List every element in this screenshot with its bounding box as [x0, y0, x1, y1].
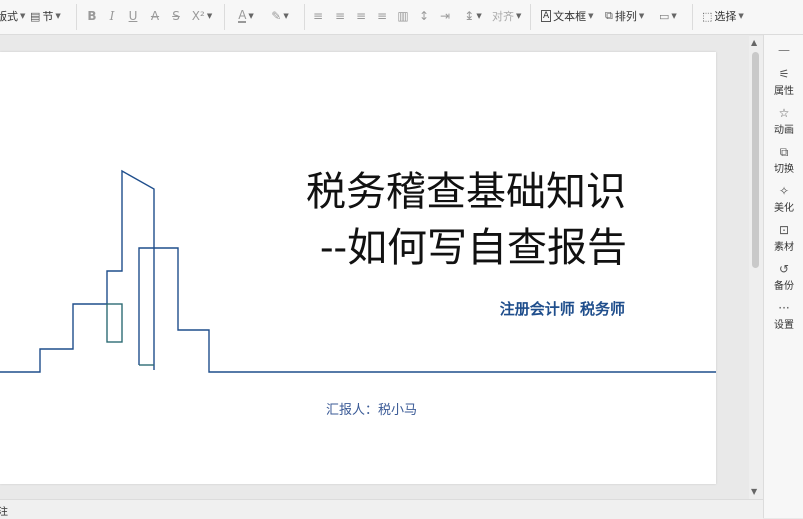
textbox-icon: A	[541, 10, 552, 22]
arrange-dropdown[interactable]: ⧉ 排列 ▼	[605, 6, 644, 26]
shadow-button[interactable]: S	[170, 7, 182, 25]
chevron-down-icon: ▼	[476, 12, 482, 20]
scrollbar-thumb[interactable]	[752, 52, 759, 268]
slide[interactable]: 税务稽查基础知识 --如何写自查报告 注册会计师 税务师 汇报人：税小马	[0, 52, 716, 484]
chevron-down-icon: ▼	[206, 12, 213, 20]
arrange-label: 排列	[614, 10, 637, 23]
justify-icon[interactable]: ≡	[376, 7, 388, 25]
highlighter-icon: ✎	[271, 9, 282, 23]
paragraph-spacing-icon: ↨	[464, 9, 475, 23]
slide-title-line1[interactable]: 税务稽查基础知识	[306, 168, 626, 216]
textbox-dropdown[interactable]: A 文本框 ▼	[541, 6, 594, 26]
superscript-label: X²	[191, 9, 205, 23]
arrange-icon: ⧉	[605, 9, 613, 22]
skyline-inner-building	[106, 303, 123, 343]
indent-icon[interactable]: ⇥	[439, 7, 451, 25]
chevron-down-icon: ▼	[738, 12, 744, 20]
history-icon: ↺	[778, 262, 790, 276]
more-icon: ···	[778, 301, 790, 315]
slide-subtitle[interactable]: 注册会计师 税务师	[500, 298, 625, 319]
collapse-icon[interactable]: —	[764, 43, 803, 57]
outline-icon: ▭	[659, 9, 670, 23]
underline-button[interactable]: U	[127, 7, 139, 25]
side-item-label: 切换	[774, 164, 794, 175]
slide-title-line2[interactable]: --如何写自查报告	[320, 224, 627, 272]
side-item-backup[interactable]: ↺ 备份	[764, 262, 803, 292]
material-icon: ⊡	[778, 223, 790, 237]
select-icon: ⬚	[702, 9, 713, 23]
paragraph-spacing-button[interactable]: ↨ ▼	[462, 7, 484, 25]
font-color-button[interactable]: A ▼	[234, 7, 258, 25]
scroll-down-icon[interactable]: ▼	[751, 487, 757, 496]
side-item-beautify[interactable]: ✧ 美化	[764, 184, 803, 214]
chevron-down-icon: ▼	[588, 12, 594, 20]
bold-button[interactable]: B	[86, 7, 98, 25]
skyline-outline	[0, 169, 155, 373]
superscript-button[interactable]: X² ▼	[191, 7, 213, 25]
side-item-animation[interactable]: ☆ 动画	[764, 106, 803, 136]
chevron-down-icon: ▼	[248, 12, 254, 20]
chevron-down-icon: ▼	[20, 12, 26, 20]
align-right-icon[interactable]: ≡	[355, 7, 367, 25]
section-icon: ▤	[30, 9, 41, 23]
side-item-label: 素材	[774, 242, 794, 253]
side-item-settings[interactable]: ··· 设置	[764, 301, 803, 331]
strikethrough-button[interactable]: A	[149, 7, 161, 25]
align-label: 对齐	[492, 10, 514, 23]
align-left-icon[interactable]: ≡	[312, 7, 324, 25]
side-item-label: 美化	[774, 203, 794, 214]
chevron-down-icon: ▼	[516, 12, 522, 20]
transition-icon: ⧉	[779, 145, 789, 159]
select-dropdown[interactable]: ⬚ 选择 ▼	[702, 6, 744, 26]
highlight-button[interactable]: ✎ ▼	[268, 7, 292, 25]
side-item-transition[interactable]: ⧉ 切换	[764, 145, 803, 175]
side-panel: — ⚟ 属性 ☆ 动画 ⧉ 切换 ✧ 美化 ⊡ 素材 ↺ 备份 ··· 设置	[763, 35, 803, 518]
chevron-down-icon: ▼	[283, 12, 289, 20]
side-item-label: 设置	[774, 320, 794, 331]
chevron-down-icon: ▼	[638, 12, 645, 20]
align-dropdown[interactable]: 对齐 ▼	[492, 6, 521, 26]
ribbon-toolbar: 版式 ▼ ▤ 节 ▼ B I U A S X² ▼ A ▼ ✎ ▼ ≡ ≡ ≡ ≡ ▥ ↕…	[0, 0, 803, 35]
distribute-icon[interactable]: ▥	[397, 7, 409, 25]
select-label: 选择	[714, 10, 737, 23]
side-item-material[interactable]: ⊡ 素材	[764, 223, 803, 253]
align-center-icon[interactable]: ≡	[334, 7, 346, 25]
magic-wand-icon: ✧	[778, 184, 790, 198]
divider	[304, 4, 305, 30]
sliders-icon: ⚟	[778, 67, 790, 81]
star-icon: ☆	[778, 106, 790, 120]
section-label: 节	[42, 10, 54, 23]
scroll-up-icon[interactable]: ▲	[751, 38, 757, 47]
slide-reporter[interactable]: 汇报人：税小马	[326, 399, 417, 418]
textbox-label: 文本框	[553, 10, 587, 23]
notes-bar[interactable]: 注	[0, 499, 763, 519]
divider	[76, 4, 77, 30]
side-item-label: 属性	[774, 86, 794, 97]
notes-label: 注	[0, 507, 8, 518]
format-label: 版式	[0, 10, 18, 23]
side-item-label: 备份	[774, 281, 794, 292]
vertical-scrollbar[interactable]: ▲ ▼	[749, 36, 763, 499]
font-color-icon: A	[238, 8, 247, 23]
outline-dropdown[interactable]: ▭ ▼	[659, 6, 677, 26]
side-item-properties[interactable]: ⚟ 属性	[764, 67, 803, 97]
divider	[224, 4, 225, 30]
side-item-label: 动画	[774, 125, 794, 136]
chevron-down-icon: ▼	[55, 12, 61, 20]
italic-button[interactable]: I	[106, 7, 118, 25]
section-dropdown[interactable]: ▤ 节 ▼	[30, 6, 61, 26]
divider	[530, 4, 531, 30]
format-dropdown[interactable]: 版式 ▼	[0, 6, 25, 26]
line-spacing-icon[interactable]: ↕	[418, 7, 430, 25]
chevron-down-icon: ▼	[671, 12, 677, 20]
divider	[692, 4, 693, 30]
